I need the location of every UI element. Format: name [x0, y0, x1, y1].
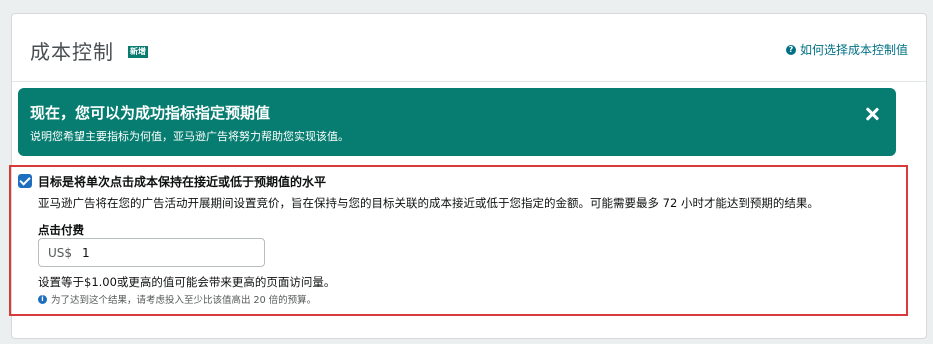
goal-checkbox-label[interactable]: 目标是将单次点击成本保持在接近或低于预期值的水平 — [38, 173, 326, 190]
cpc-input-value: 1 — [82, 245, 90, 260]
currency-prefix: US$ — [48, 245, 73, 260]
goal-description: 亚马逊广告将在您的广告活动开展期间设置竞价，旨在保持与您的目标关联的成本接近或低… — [38, 196, 819, 210]
page-title: 成本控制 — [30, 40, 114, 64]
info-banner: 现在，您可以为成功指标指定预期值 说明您希望主要指标为何值，亚马逊广告将努力帮助… — [18, 88, 896, 156]
cpc-field-label: 点击付费 — [38, 223, 84, 237]
banner-title: 现在，您可以为成功指标指定预期值 — [30, 104, 271, 122]
cpc-input[interactable]: US$ 1 — [38, 238, 265, 267]
budget-info: i 为了达到这个结果，请考虑投入至少比该值高出 20 倍的预算。 — [38, 292, 316, 306]
banner-subtitle: 说明您希望主要指标为何值，亚马逊广告将努力帮助您实现该值。 — [30, 130, 349, 143]
help-link-label: 如何选择成本控制值 — [799, 43, 908, 57]
cpc-hint: 设置等于$1.00或更高的值可能会带来更高的页面访问量。 — [38, 275, 336, 289]
close-icon[interactable] — [864, 106, 880, 122]
new-badge: 新增 — [128, 46, 148, 58]
budget-info-text: 为了达到这个结果，请考虑投入至少比该值高出 20 倍的预算。 — [51, 295, 317, 306]
help-link[interactable]: ? 如何选择成本控制值 — [785, 41, 908, 58]
question-circle-icon: ? — [785, 44, 796, 55]
goal-checkbox[interactable] — [18, 174, 32, 188]
info-icon: i — [38, 294, 47, 304]
card-header: 成本控制 新增 ? 如何选择成本控制值 — [12, 14, 926, 82]
